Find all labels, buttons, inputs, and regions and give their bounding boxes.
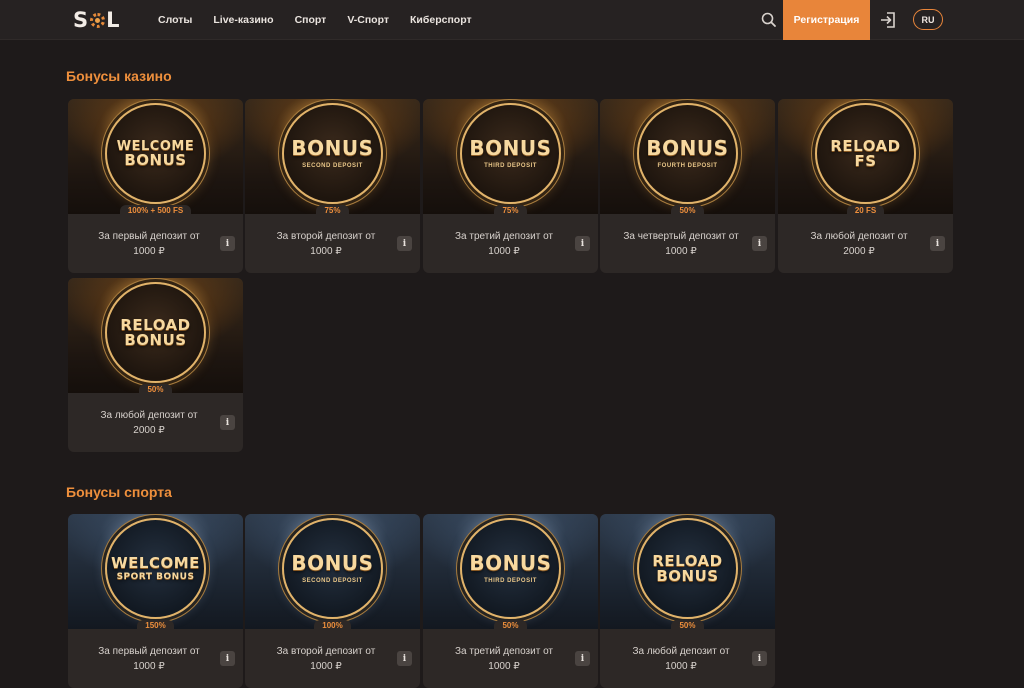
- info-icon[interactable]: i: [220, 415, 235, 430]
- bonus-amount-badge: 50%: [139, 384, 172, 396]
- login-icon[interactable]: [878, 10, 898, 30]
- bonus-description: За первый депозит от 1000 ₽: [98, 231, 200, 257]
- bonus-banner: RELOAD FS: [778, 99, 953, 214]
- bonus-card-sport-3[interactable]: BONUS THIRD DEPOSIT 50% За третий депози…: [423, 514, 598, 688]
- nav-item-live-casino[interactable]: Live-казино: [213, 14, 273, 26]
- bonus-banner: RELOAD BONUS: [600, 514, 775, 629]
- bonus-description: За любой депозит от 2000 ₽: [810, 231, 908, 257]
- info-icon[interactable]: i: [220, 651, 235, 666]
- bonus-amount-badge: 75%: [316, 205, 349, 217]
- medal-line2: BONUS: [469, 136, 552, 160]
- bonus-description: За четвертый депозит от 1000 ₽: [623, 231, 739, 257]
- bonus-description: За второй депозит от 1000 ₽: [276, 231, 376, 257]
- medal-line2: BONUS: [291, 551, 374, 575]
- bonus-medal: RELOAD BONUS: [637, 518, 738, 619]
- info-icon[interactable]: i: [752, 236, 767, 251]
- medal-subtitle: FOURTH DEPOSIT: [657, 163, 718, 169]
- bonus-card-casino-5[interactable]: RELOAD FS 20 FS За любой депозит от 2000…: [778, 99, 953, 273]
- medal-line1: WELCOME: [111, 553, 200, 572]
- language-switch[interactable]: RU: [913, 9, 943, 30]
- bonus-banner: BONUS THIRD DEPOSIT: [423, 99, 598, 214]
- sol-logo[interactable]: SL: [73, 8, 121, 32]
- bonus-banner: BONUS THIRD DEPOSIT: [423, 514, 598, 629]
- bonus-banner: BONUS SECOND DEPOSIT: [245, 514, 420, 629]
- bonus-banner: BONUS SECOND DEPOSIT: [245, 99, 420, 214]
- medal-line2: RELOAD FS: [830, 136, 901, 170]
- info-icon[interactable]: i: [752, 651, 767, 666]
- bonus-card-sport-4[interactable]: RELOAD BONUS 50% За любой депозит от 100…: [600, 514, 775, 688]
- bonus-card-casino-6[interactable]: RELOAD BONUS 50% За любой депозит от 200…: [68, 278, 243, 452]
- bonus-medal: RELOAD BONUS: [105, 282, 206, 383]
- bonus-amount-badge: 150%: [137, 620, 174, 632]
- bonus-medal: WELCOME SPORT BONUS: [105, 518, 206, 619]
- bonus-medal: WELCOME BONUS: [105, 103, 206, 204]
- info-icon[interactable]: i: [930, 236, 945, 251]
- info-icon[interactable]: i: [220, 236, 235, 251]
- bonus-card-casino-3[interactable]: BONUS THIRD DEPOSIT 75% За третий депози…: [423, 99, 598, 273]
- main-nav: Слоты Live-казино Спорт V-Спорт Киберспо…: [158, 0, 493, 40]
- bonus-medal: RELOAD FS: [815, 103, 916, 204]
- bonus-description: За второй депозит от 1000 ₽: [276, 646, 376, 672]
- logo-letter-l: L: [106, 8, 121, 32]
- info-icon[interactable]: i: [397, 236, 412, 251]
- casino-section-title: Бонусы казино: [66, 68, 172, 84]
- sun-icon: [90, 12, 106, 28]
- bonus-amount-badge: 100%: [314, 620, 351, 632]
- medal-subtitle: SECOND DEPOSIT: [302, 163, 363, 169]
- medal-line2: SPORT BONUS: [116, 571, 195, 582]
- bonus-card-sport-2[interactable]: BONUS SECOND DEPOSIT 100% За второй депо…: [245, 514, 420, 688]
- bonus-card-sport-1[interactable]: WELCOME SPORT BONUS 150% За первый депоз…: [68, 514, 243, 688]
- bonus-medal: BONUS SECOND DEPOSIT: [282, 518, 383, 619]
- medal-subtitle: SECOND DEPOSIT: [302, 578, 363, 584]
- bonus-card-casino-4[interactable]: BONUS FOURTH DEPOSIT 50% За четвертый де…: [600, 99, 775, 273]
- bonus-medal: BONUS THIRD DEPOSIT: [460, 103, 561, 204]
- medal-line2: BONUS: [646, 136, 729, 160]
- bonus-amount-badge: 50%: [671, 205, 704, 217]
- bonus-description: За любой депозит от 1000 ₽: [632, 646, 730, 672]
- medal-line2: BONUS: [291, 136, 374, 160]
- nav-item-slots[interactable]: Слоты: [158, 14, 192, 26]
- search-icon[interactable]: [760, 11, 778, 29]
- medal-line2: BONUS: [124, 150, 187, 169]
- medal-line2: BONUS: [469, 551, 552, 575]
- bonus-description: За первый депозит от 1000 ₽: [98, 646, 200, 672]
- nav-item-esports[interactable]: Киберспорт: [410, 14, 472, 26]
- bonus-medal: BONUS THIRD DEPOSIT: [460, 518, 561, 619]
- medal-subtitle: THIRD DEPOSIT: [484, 163, 537, 169]
- sport-section-title: Бонусы спорта: [66, 484, 172, 500]
- register-button[interactable]: Регистрация: [783, 0, 870, 40]
- bonus-description: За третий депозит от 1000 ₽: [455, 231, 553, 257]
- bonus-amount-badge: 20 FS: [846, 205, 885, 217]
- logo-letter-s: S: [73, 8, 90, 32]
- bonus-banner: WELCOME BONUS: [68, 99, 243, 214]
- info-icon[interactable]: i: [397, 651, 412, 666]
- medal-line2: BONUS: [656, 566, 719, 585]
- bonus-banner: RELOAD BONUS: [68, 278, 243, 393]
- bonus-amount-badge: 50%: [671, 620, 704, 632]
- bonus-card-casino-1[interactable]: WELCOME BONUS 100% + 500 FS За первый де…: [68, 99, 243, 273]
- info-icon[interactable]: i: [575, 651, 590, 666]
- top-header: SL Слоты Live-казино Спорт V-Спорт Кибер…: [0, 0, 1024, 40]
- nav-item-v-sport[interactable]: V-Спорт: [347, 14, 389, 26]
- bonus-medal: BONUS FOURTH DEPOSIT: [637, 103, 738, 204]
- nav-item-sport[interactable]: Спорт: [295, 14, 327, 26]
- medal-subtitle: THIRD DEPOSIT: [484, 578, 537, 584]
- bonus-banner: WELCOME SPORT BONUS: [68, 514, 243, 629]
- bonus-amount-badge: 50%: [494, 620, 527, 632]
- bonus-amount-badge: 75%: [494, 205, 527, 217]
- bonus-description: За третий депозит от 1000 ₽: [455, 646, 553, 672]
- bonus-description: За любой депозит от 2000 ₽: [100, 410, 198, 436]
- bonus-amount-badge: 100% + 500 FS: [119, 205, 192, 217]
- bonus-medal: BONUS SECOND DEPOSIT: [282, 103, 383, 204]
- medal-line2: BONUS: [124, 330, 187, 349]
- bonus-card-casino-2[interactable]: BONUS SECOND DEPOSIT 75% За второй депоз…: [245, 99, 420, 273]
- info-icon[interactable]: i: [575, 236, 590, 251]
- bonus-banner: BONUS FOURTH DEPOSIT: [600, 99, 775, 214]
